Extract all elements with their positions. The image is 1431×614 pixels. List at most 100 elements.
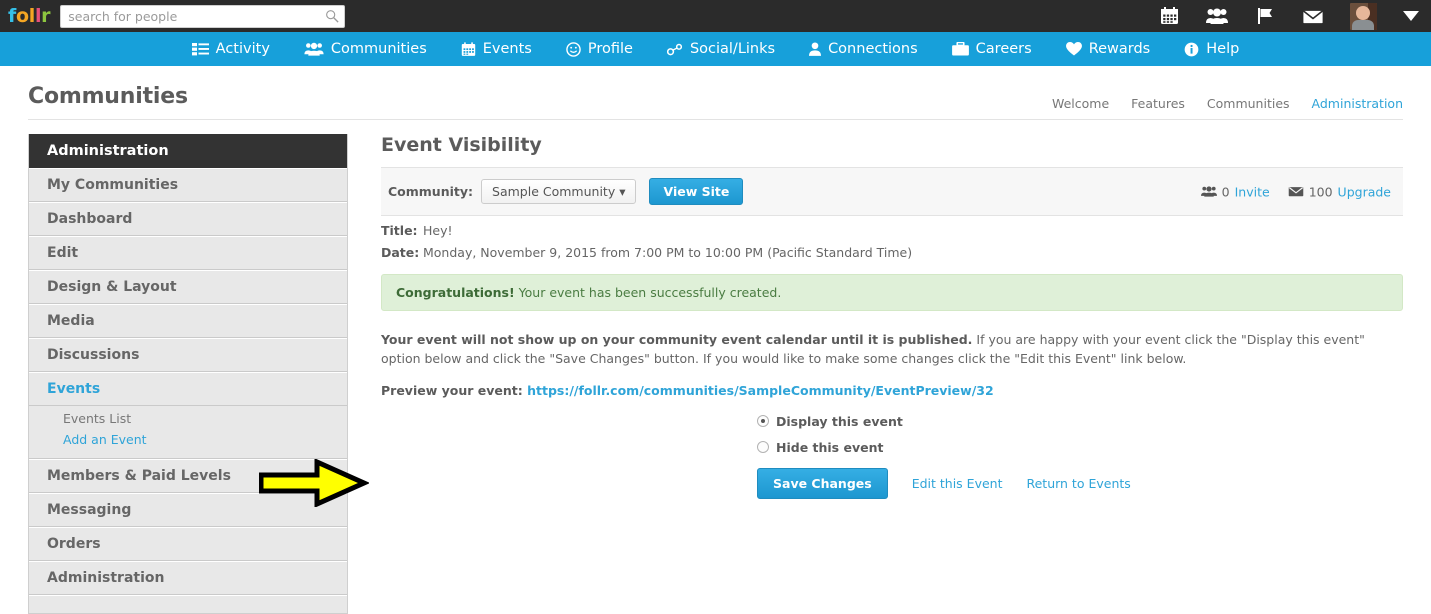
community-select[interactable]: Sample Community ▾ (481, 179, 637, 204)
chevron-down-icon: ▾ (619, 184, 626, 199)
follr-logo[interactable]: follr (8, 5, 51, 27)
sidebar-item-media[interactable]: Media (29, 304, 347, 338)
toolbar-stats: 0 Invite 100 Upgrade (1200, 184, 1391, 199)
invite-count: 0 (1221, 184, 1230, 199)
list-icon (191, 42, 209, 56)
avatar-face (1356, 5, 1370, 20)
radio-label: Display this event (776, 413, 903, 429)
calendar-icon[interactable] (1158, 6, 1180, 26)
event-title-label: Title: (381, 223, 418, 238)
radio-option[interactable]: Display this event (757, 414, 1403, 429)
nav-item-label: Social/Links (689, 41, 776, 57)
sub-navigation: Welcome Features Communities Administration (1052, 96, 1403, 111)
sidebar-header: Administration (29, 134, 347, 168)
subnav-item-welcome[interactable]: Welcome (1052, 96, 1109, 111)
invite-stat: 0 Invite (1200, 184, 1270, 199)
sidebar-item-discussions[interactable]: Discussions (29, 338, 347, 372)
sidebar-subitem-events-list[interactable]: Events List (63, 408, 347, 429)
sidebar-item-label: Administration (47, 570, 165, 586)
nav-item-label: Profile (587, 41, 633, 57)
success-alert-text: Your event has been successfully created… (514, 285, 782, 300)
community-select-value: Sample Community (492, 184, 616, 199)
nav-item-social-links[interactable]: Social/Links (650, 41, 792, 57)
view-site-button[interactable]: View Site (649, 178, 744, 205)
nav-item-profile[interactable]: Profile (549, 41, 650, 57)
flag-icon[interactable] (1254, 6, 1276, 26)
sidebar-items: My Communities Dashboard Edit Design & Layo… (29, 168, 347, 595)
nav-item-connections[interactable]: Connections (792, 41, 935, 57)
event-title-value: Hey! (423, 223, 453, 238)
people-icon[interactable] (1206, 6, 1228, 26)
nav-item-label: Communities (330, 41, 427, 57)
nav-item-label: Activity (215, 41, 270, 57)
sidebar-item-design-layout[interactable]: Design & Layout (29, 270, 347, 304)
sidebar-item-members-paid-levels[interactable]: Members & Paid Levels (29, 459, 347, 493)
preview-link[interactable]: https://follr.com/communities/SampleComm… (527, 383, 994, 398)
community-label: Community: (388, 184, 474, 199)
nav-item-activity[interactable]: Activity (175, 41, 287, 57)
sidebar-events-submenu: Events List Add an Event (29, 406, 347, 459)
subnav-item-features[interactable]: Features (1131, 96, 1185, 111)
envelope-icon[interactable] (1302, 6, 1324, 26)
upgrade-stat: 100 Upgrade (1288, 184, 1391, 199)
sidebar-item-messaging[interactable]: Messaging (29, 493, 347, 527)
top-bar-icons (1158, 0, 1419, 32)
radio-option[interactable]: Hide this event (757, 440, 1403, 455)
sidebar-item-label: Edit (47, 245, 79, 261)
info-icon (1184, 42, 1199, 57)
subnav-item-administration[interactable]: Administration (1312, 96, 1403, 111)
sidebar-item-my-communities[interactable]: My Communities (29, 168, 347, 202)
nav-item-label: Connections (828, 41, 918, 57)
search-input[interactable] (60, 4, 346, 28)
nav-item-label: Careers (975, 41, 1032, 57)
calendar-icon (461, 41, 476, 57)
radio-display-this-event[interactable] (757, 415, 769, 428)
success-alert-strong: Congratulations! (396, 285, 515, 300)
sidebar-item-edit[interactable]: Edit (29, 236, 347, 270)
people-icon (304, 42, 324, 56)
sidebar-item-orders[interactable]: Orders (29, 527, 347, 561)
sidebar-item-events[interactable]: Events (29, 372, 347, 406)
link-icon (666, 43, 683, 56)
sidebar-item-label: Events (47, 381, 101, 397)
content-title: Event Visibility (381, 134, 542, 156)
save-changes-button[interactable]: Save Changes (757, 467, 888, 499)
envelope-icon (1288, 187, 1303, 197)
nav-item-rewards[interactable]: Rewards (1049, 41, 1168, 57)
return-to-events-link[interactable]: Return to Events (1026, 476, 1130, 491)
subnav-item-communities[interactable]: Communities (1207, 96, 1290, 111)
nav-item-communities[interactable]: Communities (287, 41, 444, 57)
preview-row: Preview your event: https://follr.com/co… (381, 383, 1403, 398)
upgrade-link[interactable]: Upgrade (1338, 184, 1391, 199)
main-content: Event Visibility Community: Sample Commu… (259, 134, 1403, 614)
preview-label: Preview your event: (381, 382, 528, 398)
nav-item-events[interactable]: Events (444, 41, 549, 57)
avatar-body (1352, 19, 1374, 30)
sidebar-item-administration[interactable]: Administration (29, 561, 347, 595)
main-navigation: Activity Communities Events Profile Social/L… (0, 32, 1431, 66)
chevron-down-icon[interactable] (1403, 11, 1419, 21)
community-toolbar: Community: Sample Community ▾ View Site … (381, 168, 1403, 216)
heart-icon (1065, 42, 1082, 56)
logo-letter-4: r (41, 5, 51, 27)
nav-item-label: Events (482, 41, 532, 57)
edit-event-link[interactable]: Edit this Event (912, 476, 1003, 491)
radio-label: Hide this event (776, 439, 884, 455)
avatar[interactable] (1350, 2, 1377, 30)
people-icon (1200, 186, 1217, 197)
sidebar-footer (29, 595, 347, 613)
sidebar-subitem-add-an-event[interactable]: Add an Event (63, 429, 347, 450)
nav-item-label: Rewards (1088, 41, 1151, 57)
invite-link[interactable]: Invite (1235, 184, 1270, 199)
smiley-icon (566, 41, 581, 57)
sidebar-item-dashboard[interactable]: Dashboard (29, 202, 347, 236)
nav-item-help[interactable]: Help (1167, 41, 1256, 57)
logo-letter-1: o (15, 5, 29, 27)
search-wrapper (60, 4, 346, 28)
page-header: Communities Welcome Features Communities Ad… (0, 66, 1431, 111)
radio-hide-this-event[interactable] (757, 441, 769, 454)
event-title-row: Title: Hey! (381, 216, 1403, 238)
sidebar-item-label: Design & Layout (47, 279, 177, 295)
page-layout: Administration My Communities Dashboard Ed… (0, 120, 1431, 614)
nav-item-careers[interactable]: Careers (935, 41, 1049, 57)
